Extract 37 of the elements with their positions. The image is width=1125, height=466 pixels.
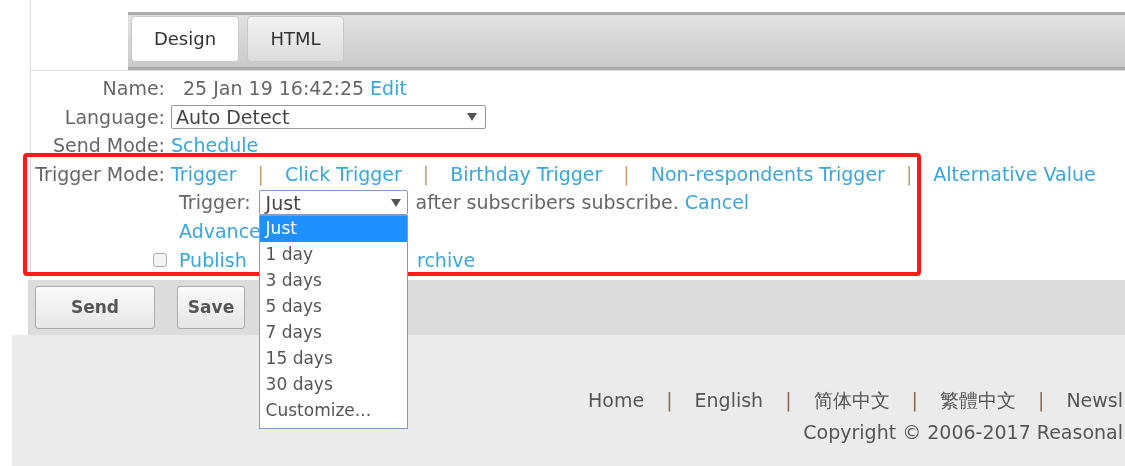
separator: | bbox=[422, 161, 430, 188]
dropdown-option[interactable]: 3 days bbox=[259, 268, 407, 295]
field-label: Name: bbox=[101, 76, 166, 101]
nav-link[interactable]: 简体中文 bbox=[813, 385, 890, 415]
name-value: 25 Jan 19 16:42:25 bbox=[183, 76, 365, 101]
dropdown-option[interactable]: 5 days bbox=[259, 294, 407, 321]
separator: | bbox=[665, 388, 674, 414]
field-label: Trigger: bbox=[179, 190, 251, 216]
separator: | bbox=[623, 161, 630, 188]
tab[interactable]: Design bbox=[131, 16, 239, 62]
field-label: Trigger Mode: bbox=[34, 161, 166, 187]
separator: | bbox=[257, 161, 264, 188]
form-button[interactable]: Save bbox=[177, 286, 245, 329]
separator: | bbox=[910, 388, 919, 414]
field-label: Language: bbox=[63, 104, 166, 130]
dropdown-option[interactable]: 15 days bbox=[259, 346, 407, 373]
tab[interactable]: HTML bbox=[247, 16, 344, 62]
dropdown-option[interactable]: 1 day bbox=[259, 242, 407, 269]
separator: | bbox=[784, 388, 793, 414]
nav-link[interactable]: English bbox=[694, 385, 764, 415]
nav-link[interactable]: Home bbox=[588, 385, 645, 415]
dropdown-option[interactable]: 7 days bbox=[259, 320, 407, 347]
copyright-text: Copyright © 2006-2017 Reasonal bbox=[803, 420, 1123, 445]
dropdown-arrow-icon bbox=[467, 112, 477, 121]
dropdown-arrow-icon bbox=[390, 198, 401, 207]
dropdown-option[interactable]: Customize... bbox=[259, 398, 407, 425]
publish-checkbox[interactable] bbox=[153, 252, 167, 267]
form-button[interactable]: Send bbox=[35, 286, 155, 329]
separator: | bbox=[905, 161, 913, 188]
nav-link[interactable]: 繁體中文 bbox=[939, 385, 1016, 415]
dropdown-option[interactable]: Just bbox=[259, 216, 407, 243]
nav-link[interactable]: Newsl bbox=[1066, 385, 1123, 415]
language-select[interactable]: Auto Detect bbox=[171, 104, 486, 129]
separator: | bbox=[1036, 388, 1046, 414]
field-label: Send Mode: bbox=[51, 133, 166, 159]
trigger-suffix: after subscribers subscribe. bbox=[415, 190, 679, 216]
dropdown-option[interactable]: 30 days bbox=[259, 372, 407, 399]
